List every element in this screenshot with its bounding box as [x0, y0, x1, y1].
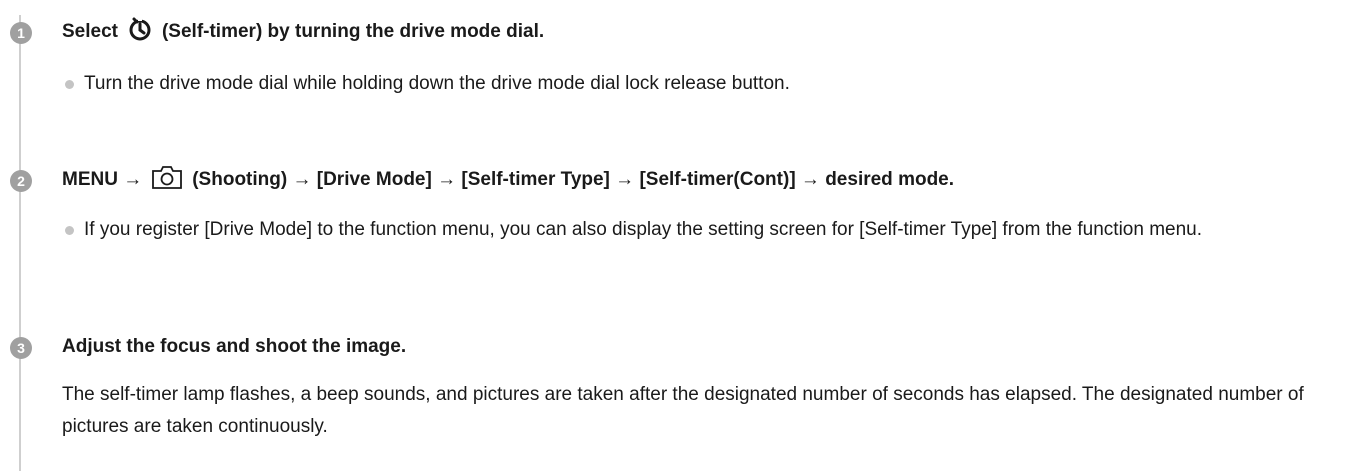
- step-number-badge: 3: [10, 337, 32, 359]
- step-heading: Adjust the focus and shoot the image.: [62, 336, 407, 357]
- step-number-badge: 1: [10, 22, 32, 44]
- bullet-icon: [65, 80, 74, 89]
- step-heading-text-before: Select: [62, 21, 118, 42]
- step-heading: MENU → (Shooting) → [Drive Mode] → [Self…: [62, 165, 954, 195]
- bullet-text: If you register [Drive Mode] to the func…: [84, 219, 1203, 240]
- bullet-icon: [65, 226, 74, 235]
- step-bullet: If you register [Drive Mode] to the func…: [65, 214, 1354, 246]
- step-heading-text-before: MENU →: [62, 169, 143, 190]
- camera-shooting-icon: [150, 164, 184, 196]
- step-paragraph: The self-timer lamp flashes, a beep soun…: [62, 384, 1304, 437]
- step-bullet: Turn the drive mode dial while holding d…: [65, 68, 790, 100]
- step-heading-text-after: (Self-timer) by turning the drive mode d…: [161, 21, 545, 42]
- steps-rail: [19, 15, 21, 471]
- bullet-text: Turn the drive mode dial while holding d…: [84, 73, 790, 94]
- step-heading-text-after: (Shooting) → [Drive Mode] → [Self-timer …: [192, 169, 955, 190]
- step-heading: Select (Self-timer) by turning the drive…: [62, 17, 544, 47]
- step-number-badge: 2: [10, 170, 32, 192]
- self-timer-icon: [126, 15, 154, 49]
